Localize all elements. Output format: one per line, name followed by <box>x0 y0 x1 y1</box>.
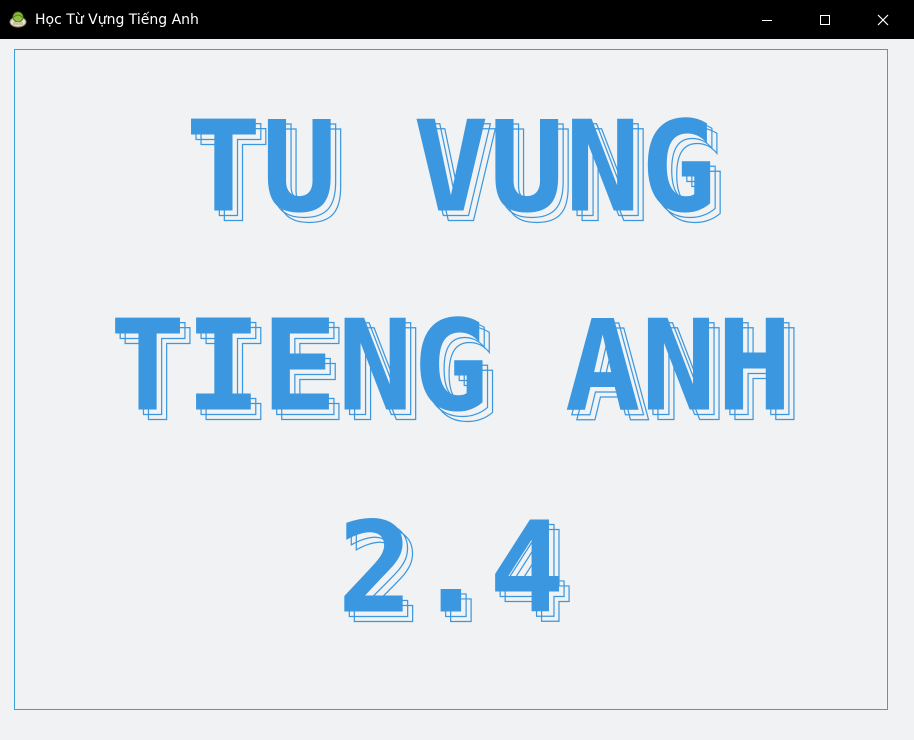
banner-line-text: TU VUNG <box>185 94 716 241</box>
splash-panel: TU VUNG TU VUNG TU VUNG TIENG ANH TIENG ANH T… <box>14 49 888 710</box>
title-bar[interactable]: Học Từ Vựng Tiếng Anh <box>0 0 914 39</box>
minimize-icon <box>762 19 772 21</box>
close-icon <box>877 14 889 25</box>
main-content: TU VUNG TU VUNG TU VUNG TIENG ANH TIENG ANH T… <box>0 39 914 740</box>
banner-line-2: TIENG ANHTIENG ANHTIENG ANH <box>110 293 803 451</box>
minimize-button[interactable] <box>738 0 796 39</box>
window-title: Học Từ Vựng Tiếng Anh <box>35 12 199 28</box>
book-globe-icon <box>9 10 27 28</box>
maximize-button[interactable] <box>796 0 854 39</box>
banner-line-text: 2.4 <box>337 495 565 642</box>
banner-line-text: TIENG ANH <box>110 293 793 440</box>
app-window: Học Từ Vựng Tiếng Anh TU VUNG TU VUNG TU V… <box>0 0 914 740</box>
maximize-icon <box>820 14 830 25</box>
close-button[interactable] <box>854 0 912 39</box>
banner-line-3: 2.42.42.4 <box>337 495 575 653</box>
title-banner: TU VUNGTU VUNGTU VUNG TIENG ANHTIENG ANHT… <box>110 94 803 653</box>
banner-line-1: TU VUNGTU VUNGTU VUNG <box>185 94 727 252</box>
